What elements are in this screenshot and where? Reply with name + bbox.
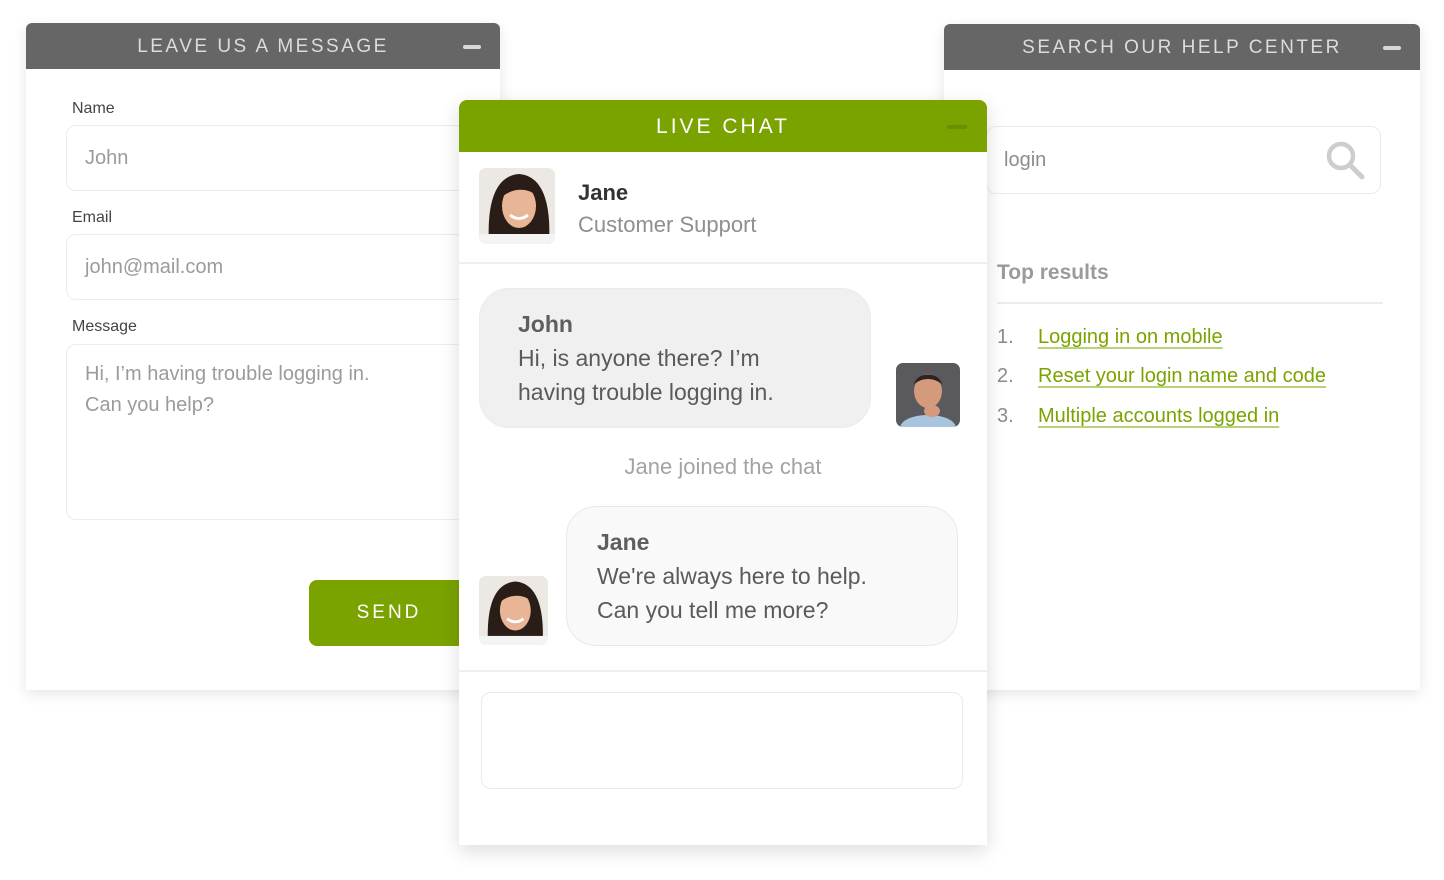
result-number: 2. (997, 365, 1014, 387)
agent-role: Customer Support (578, 212, 757, 237)
name-field[interactable]: John (66, 125, 466, 191)
message-placeholder-line: Hi, I’m having trouble logging in. (85, 363, 370, 385)
message-line: We're always here to help. (597, 563, 867, 589)
message-line: Can you tell me more? (597, 597, 829, 623)
result-item: 2. Reset your login name and code (997, 365, 1326, 388)
message-sender: John (518, 311, 573, 337)
message-placeholder-line: Can you help? (85, 394, 214, 416)
live-chat-panel: LIVE CHAT Jane Customer Support John Hi,… (459, 100, 987, 845)
system-message: Jane joined the chat (624, 454, 822, 479)
send-button[interactable]: SEND (309, 580, 469, 646)
message-line: Hi, is anyone there? I’m (518, 345, 760, 371)
result-number: 3. (997, 405, 1014, 427)
top-results-heading: Top results (997, 261, 1109, 284)
search-icon[interactable] (1324, 139, 1366, 181)
divider (997, 302, 1383, 304)
email-field[interactable]: john@mail.com (66, 234, 466, 300)
minimize-icon[interactable] (1383, 46, 1401, 50)
help-center-title: SEARCH OUR HELP CENTER (1022, 37, 1342, 58)
chat-message: John Hi, is anyone there? I’m having tro… (479, 288, 871, 428)
result-item: 3. Multiple accounts logged in (997, 405, 1279, 428)
leave-message-title: LEAVE US A MESSAGE (137, 36, 389, 57)
message-field[interactable]: Hi, I’m having trouble logging in. Can y… (66, 344, 466, 520)
user-avatar (896, 363, 960, 427)
result-number: 1. (997, 326, 1014, 348)
agent-avatar (479, 168, 555, 244)
result-link[interactable]: Reset your login name and code (1038, 365, 1326, 387)
agent-avatar (479, 576, 548, 645)
help-center-panel: SEARCH OUR HELP CENTER login Top results… (944, 24, 1420, 690)
minimize-icon[interactable] (947, 125, 967, 129)
help-center-header: SEARCH OUR HELP CENTER (944, 24, 1420, 70)
search-input[interactable]: login (986, 126, 1381, 194)
search-value: login (1004, 149, 1047, 171)
message-line: having trouble logging in. (518, 379, 774, 405)
live-chat-header: LIVE CHAT (459, 100, 987, 152)
minimize-icon[interactable] (463, 45, 481, 49)
result-link[interactable]: Multiple accounts logged in (1038, 405, 1279, 427)
live-chat-title: LIVE CHAT (656, 115, 790, 138)
leave-message-panel: LEAVE US A MESSAGE Name John Email john@… (26, 23, 500, 690)
agent-info: Jane Customer Support (459, 152, 987, 264)
divider (459, 670, 987, 672)
leave-message-header: LEAVE US A MESSAGE (26, 23, 500, 69)
result-item: 1. Logging in on mobile (997, 326, 1223, 349)
agent-name: Jane (578, 180, 629, 205)
email-label: Email (72, 209, 113, 226)
chat-message: Jane We're always here to help. Can you … (566, 506, 958, 646)
result-link[interactable]: Logging in on mobile (1038, 326, 1223, 348)
message-sender: Jane (597, 529, 650, 555)
message-label: Message (72, 318, 137, 335)
name-label: Name (72, 100, 115, 117)
chat-message-input[interactable] (481, 692, 963, 789)
